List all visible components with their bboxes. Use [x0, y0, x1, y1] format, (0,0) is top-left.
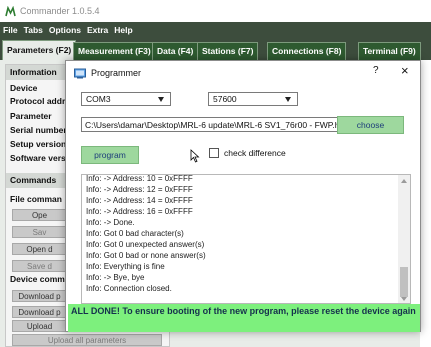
info-label-protocol: Protocol addr — [10, 96, 66, 106]
programmer-dialog: Programmer ? × COM3 57600 C:\Users\damar… — [65, 60, 421, 332]
scroll-thumb[interactable] — [400, 267, 408, 297]
chevron-down-icon — [158, 97, 164, 102]
log-line: Info: -> Address: 12 = 0xFFFF — [86, 185, 193, 194]
download-program-button[interactable]: Download p — [12, 306, 67, 318]
log-line: Info: -> Address: 16 = 0xFFFF — [86, 207, 193, 216]
log-line: Info: -> Bye, bye — [86, 273, 145, 282]
log-line: Info: Got 0 bad character(s) — [86, 229, 184, 238]
menu-options[interactable]: Options — [49, 25, 81, 35]
dialog-titlebar: Programmer — [74, 66, 141, 80]
info-label-software-version: Software vers — [10, 153, 66, 163]
app-title: Commander 1.0.5.4 — [20, 6, 100, 16]
right-edge — [420, 60, 431, 347]
scroll-down-icon[interactable] — [401, 297, 407, 301]
save-device-button[interactable]: Save d — [12, 260, 67, 272]
open-device-button[interactable]: Open d — [12, 243, 67, 255]
menu-tabs[interactable]: Tabs — [24, 25, 43, 35]
log-line: Info: Everything is fine — [86, 262, 165, 271]
chevron-down-icon — [285, 97, 291, 102]
log-line: Info: -> Address: 10 = 0xFFFF — [86, 175, 193, 183]
scroll-up-icon[interactable] — [401, 179, 407, 183]
log-line: Info: -> Address: 14 = 0xFFFF — [86, 196, 193, 205]
baud-select[interactable]: 57600 — [208, 92, 298, 106]
log-line: Info: Connection closed. — [86, 284, 172, 293]
log-line: Info: Got 0 bad or none answer(s) — [86, 251, 206, 260]
menu-file[interactable]: File — [3, 25, 18, 35]
info-label-device: Device — [10, 83, 38, 93]
upload-all-parameters-button[interactable]: Upload all parameters — [12, 334, 162, 346]
info-label-setup-version: Setup version — [10, 139, 67, 149]
choose-button[interactable]: choose — [337, 116, 404, 134]
file-commands-header: File comman — [10, 194, 62, 204]
menu-extra[interactable]: Extra — [87, 25, 108, 35]
upload-button[interactable]: Upload — [12, 320, 67, 332]
log-scrollbar[interactable] — [398, 175, 410, 303]
device-commands-header: Device comm — [10, 274, 65, 284]
log-line: Info: Got 0 unexpected answer(s) — [86, 240, 205, 249]
tab-terminal[interactable]: Terminal (F9) — [358, 42, 421, 60]
close-icon[interactable]: × — [401, 63, 409, 78]
info-label-serial: Serial number — [10, 125, 67, 135]
port-value: COM3 — [86, 94, 111, 104]
file-path-field[interactable]: C:\Users\damar\Desktop\MRL-6 update\MRL-… — [81, 117, 347, 132]
check-difference-label: check difference — [224, 148, 286, 158]
check-difference-checkbox[interactable] — [209, 148, 219, 158]
status-message: ALL DONE! To ensure booting of the new p… — [68, 304, 420, 332]
app-logo-icon — [5, 5, 16, 16]
programmer-icon — [74, 68, 86, 78]
app-titlebar: Commander 1.0.5.4 — [0, 0, 431, 22]
tab-parameters[interactable]: Parameters (F2) — [2, 40, 77, 60]
save-button[interactable]: Sav — [12, 226, 67, 238]
tab-measurement[interactable]: Measurement (F3) — [73, 42, 156, 60]
mouse-cursor-icon — [190, 149, 200, 163]
log-content: Info: -> Address: 10 = 0xFFFF Info: -> A… — [82, 175, 400, 303]
info-label-parameter: Parameter — [10, 111, 52, 121]
tab-stations[interactable]: Stations (F7) — [197, 42, 259, 60]
tab-connections[interactable]: Connections (F8) — [267, 42, 347, 60]
program-button[interactable]: program — [81, 146, 139, 164]
tab-data[interactable]: Data (F4) — [152, 42, 199, 60]
baud-value: 57600 — [213, 94, 237, 104]
log-output[interactable]: Info: -> Address: 10 = 0xFFFF Info: -> A… — [81, 174, 411, 304]
port-select[interactable]: COM3 — [81, 92, 171, 106]
menu-help[interactable]: Help — [114, 25, 132, 35]
open-button[interactable]: Ope — [12, 209, 67, 221]
dialog-title: Programmer — [91, 68, 142, 78]
download-parameters-button[interactable]: Download p — [12, 290, 67, 302]
help-button[interactable]: ? — [373, 65, 379, 76]
log-line: Info: -> Done. — [86, 218, 135, 227]
menu-bar: File Tabs Options Extra Help — [0, 22, 431, 38]
tab-bar: Parameters (F2) Measurement (F3) Data (F… — [0, 38, 431, 60]
